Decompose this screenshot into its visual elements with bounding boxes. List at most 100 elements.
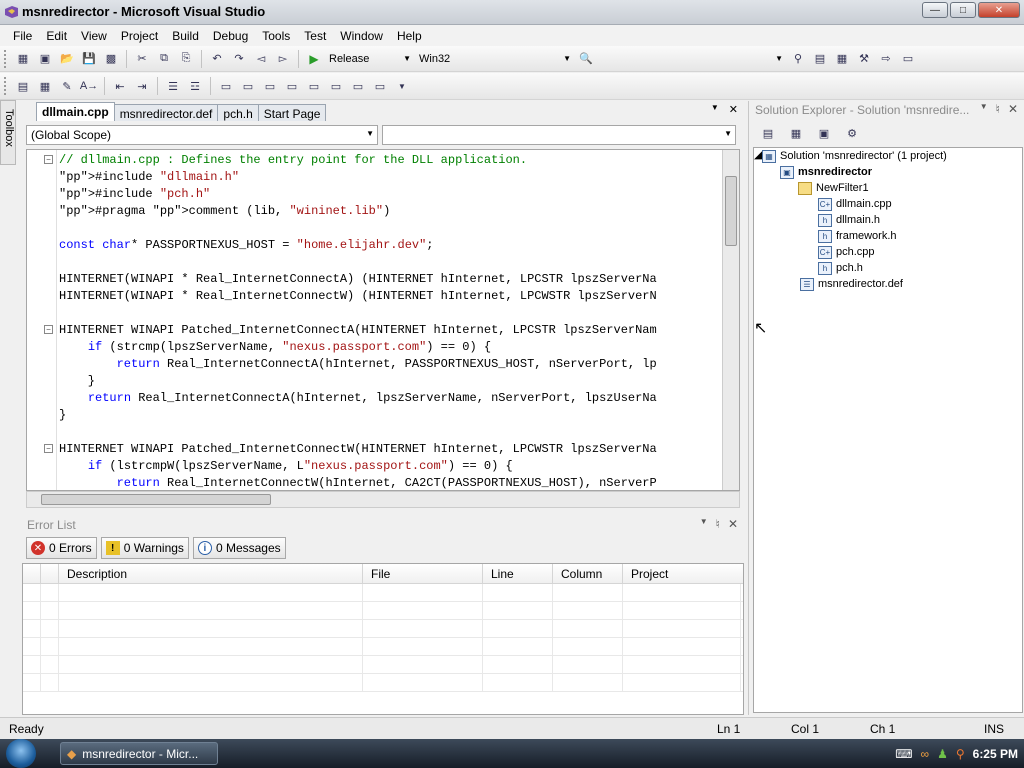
refresh-icon[interactable]: ▣ — [815, 124, 833, 142]
window-position-icon[interactable]: ▼ — [700, 517, 708, 531]
vertical-scrollbar[interactable] — [722, 150, 739, 490]
column-header-project[interactable]: Project — [623, 564, 741, 583]
code-line[interactable]: // dllmain.cpp : Defines the entry point… — [59, 152, 719, 169]
member-list-icon[interactable]: ▤ — [14, 77, 32, 95]
complete-word-icon[interactable]: A→ — [80, 77, 98, 95]
column-header-description[interactable]: Description — [59, 564, 363, 583]
next-bookmark-document-icon[interactable]: ▭ — [349, 77, 367, 95]
properties-icon[interactable]: ▦ — [833, 50, 851, 68]
tree-file[interactable]: h dllmain.h — [818, 212, 880, 228]
tree-project[interactable]: ▣ msnredirector — [780, 164, 872, 180]
code-line[interactable]: "pp">#include "pch.h" — [59, 186, 719, 203]
show-all-files-icon[interactable]: ▦ — [787, 124, 805, 142]
menu-build[interactable]: Build — [165, 27, 206, 45]
find-combo[interactable]: ▼ — [597, 50, 787, 68]
clock[interactable]: 6:25 PM — [973, 747, 1018, 761]
tree-solution[interactable]: ▦ Solution 'msnredirector' (1 project) — [762, 148, 947, 164]
column-header-file[interactable]: File — [363, 564, 483, 583]
code-line[interactable] — [59, 254, 719, 271]
menu-debug[interactable]: Debug — [206, 27, 255, 45]
scrollbar-thumb[interactable] — [41, 494, 271, 505]
save-icon[interactable]: 💾 — [80, 50, 98, 68]
command-window-icon[interactable]: ▭ — [899, 50, 917, 68]
code-line[interactable]: } — [59, 407, 719, 424]
search-icon[interactable]: ⚲ — [956, 747, 965, 761]
tab-dllmain-cpp[interactable]: dllmain.cpp — [36, 102, 115, 121]
warnings-filter-button[interactable]: ! 0 Warnings — [100, 537, 189, 559]
undo-icon[interactable]: ↶ — [208, 50, 226, 68]
menu-project[interactable]: Project — [114, 27, 165, 45]
navigate-backward-icon[interactable]: ◅ — [252, 50, 270, 68]
decrease-indent-icon[interactable]: ⇤ — [111, 77, 129, 95]
tree-folder-newfilter1[interactable]: NewFilter1 — [798, 180, 869, 196]
pin-icon[interactable]: ♮ — [996, 102, 1000, 116]
column-header-line[interactable]: Line — [483, 564, 553, 583]
toolbox-icon[interactable]: ⚒ — [855, 50, 873, 68]
window-position-icon[interactable]: ▼ — [980, 102, 988, 116]
start-page-icon[interactable]: ⇨ — [877, 50, 895, 68]
redo-icon[interactable]: ↷ — [230, 50, 248, 68]
navigate-forward-icon[interactable]: ▻ — [274, 50, 292, 68]
platform-dropdown[interactable]: Win32 ▼ — [415, 50, 575, 68]
new-project-icon[interactable]: ▦ — [14, 50, 32, 68]
collapse-region-icon[interactable]: − — [44, 155, 53, 164]
menu-tools[interactable]: Tools — [255, 27, 297, 45]
close-icon[interactable]: ✕ — [728, 517, 738, 531]
find-in-files-icon[interactable]: 🔍 — [577, 50, 595, 68]
tree-file[interactable]: h pch.h — [818, 260, 863, 276]
code-line[interactable] — [59, 305, 719, 322]
collapse-region-icon[interactable]: − — [44, 325, 53, 334]
increase-indent-icon[interactable]: ⇥ — [133, 77, 151, 95]
quick-info-icon[interactable]: ✎ — [58, 77, 76, 95]
code-line[interactable]: HINTERNET WINAPI Patched_InternetConnect… — [59, 322, 719, 339]
menu-help[interactable]: Help — [390, 27, 429, 45]
errors-filter-button[interactable]: ✕ 0 Errors — [26, 537, 97, 559]
pin-icon[interactable]: ♮ — [716, 517, 720, 531]
code-line[interactable]: "pp">#include "dllmain.h" — [59, 169, 719, 186]
taskbar-visual-studio-button[interactable]: ◆ msnredirector - Micr... — [60, 742, 218, 765]
close-document-icon[interactable]: ✕ — [729, 103, 738, 116]
copy-icon[interactable]: ⧉ — [155, 50, 173, 68]
tree-file[interactable]: C+ pch.cpp — [818, 244, 875, 260]
menu-file[interactable]: File — [6, 27, 39, 45]
maximize-button[interactable]: □ — [950, 2, 976, 18]
code-line[interactable]: HINTERNET(WINAPI * Real_InternetConnectA… — [59, 271, 719, 288]
save-all-icon[interactable]: ▩ — [102, 50, 120, 68]
toolbar-grip[interactable] — [4, 77, 8, 95]
tab-pch-h[interactable]: pch.h — [217, 104, 259, 121]
column-header-column[interactable]: Column — [553, 564, 623, 583]
code-text[interactable]: // dllmain.cpp : Defines the entry point… — [59, 152, 719, 490]
menu-view[interactable]: View — [74, 27, 114, 45]
menu-edit[interactable]: Edit — [39, 27, 74, 45]
code-line[interactable]: return Real_InternetConnectA(hInternet, … — [59, 356, 719, 373]
menu-test[interactable]: Test — [297, 27, 333, 45]
find-icon[interactable]: ⚲ — [789, 50, 807, 68]
column-header-index[interactable] — [41, 564, 59, 583]
clear-bookmarks-icon[interactable]: ▭ — [371, 77, 389, 95]
code-line[interactable]: if (lstrcmpW(lpszServerName, L"nexus.pas… — [59, 458, 719, 475]
code-line[interactable] — [59, 220, 719, 237]
menu-window[interactable]: Window — [333, 27, 390, 45]
code-line[interactable]: return Real_InternetConnectW(hInternet, … — [59, 475, 719, 490]
minimize-button[interactable]: — — [922, 2, 948, 18]
scope-dropdown[interactable]: (Global Scope) ▼ — [26, 125, 378, 145]
code-line[interactable]: return Real_InternetConnectA(hInternet, … — [59, 390, 719, 407]
member-dropdown[interactable]: ▼ — [382, 125, 736, 145]
keyboard-icon[interactable]: ⌨ — [895, 747, 912, 761]
tree-file[interactable]: h framework.h — [818, 228, 897, 244]
uncomment-lines-icon[interactable]: ☲ — [186, 77, 204, 95]
add-item-icon[interactable]: ▣ — [36, 50, 54, 68]
tree-file[interactable]: C+ dllmain.cpp — [818, 196, 892, 212]
toolbar-grip[interactable] — [4, 49, 8, 68]
paste-icon[interactable]: ⎘ — [177, 50, 195, 68]
open-file-icon[interactable]: 📂 — [58, 50, 76, 68]
code-line[interactable]: if (strcmp(lpszServerName, "nexus.passpo… — [59, 339, 719, 356]
horizontal-scrollbar[interactable] — [26, 491, 740, 508]
start-button[interactable] — [6, 739, 36, 768]
code-pane[interactable]: − − − // dllmain.cpp : Defines the entry… — [26, 149, 740, 491]
parameter-info-icon[interactable]: ▦ — [36, 77, 54, 95]
comment-lines-icon[interactable]: ☰ — [164, 77, 182, 95]
code-line[interactable]: HINTERNET(WINAPI * Real_InternetConnectW… — [59, 288, 719, 305]
toolbox-tab[interactable]: Toolbox — [0, 100, 16, 165]
previous-bookmark-folder-icon[interactable]: ▭ — [283, 77, 301, 95]
